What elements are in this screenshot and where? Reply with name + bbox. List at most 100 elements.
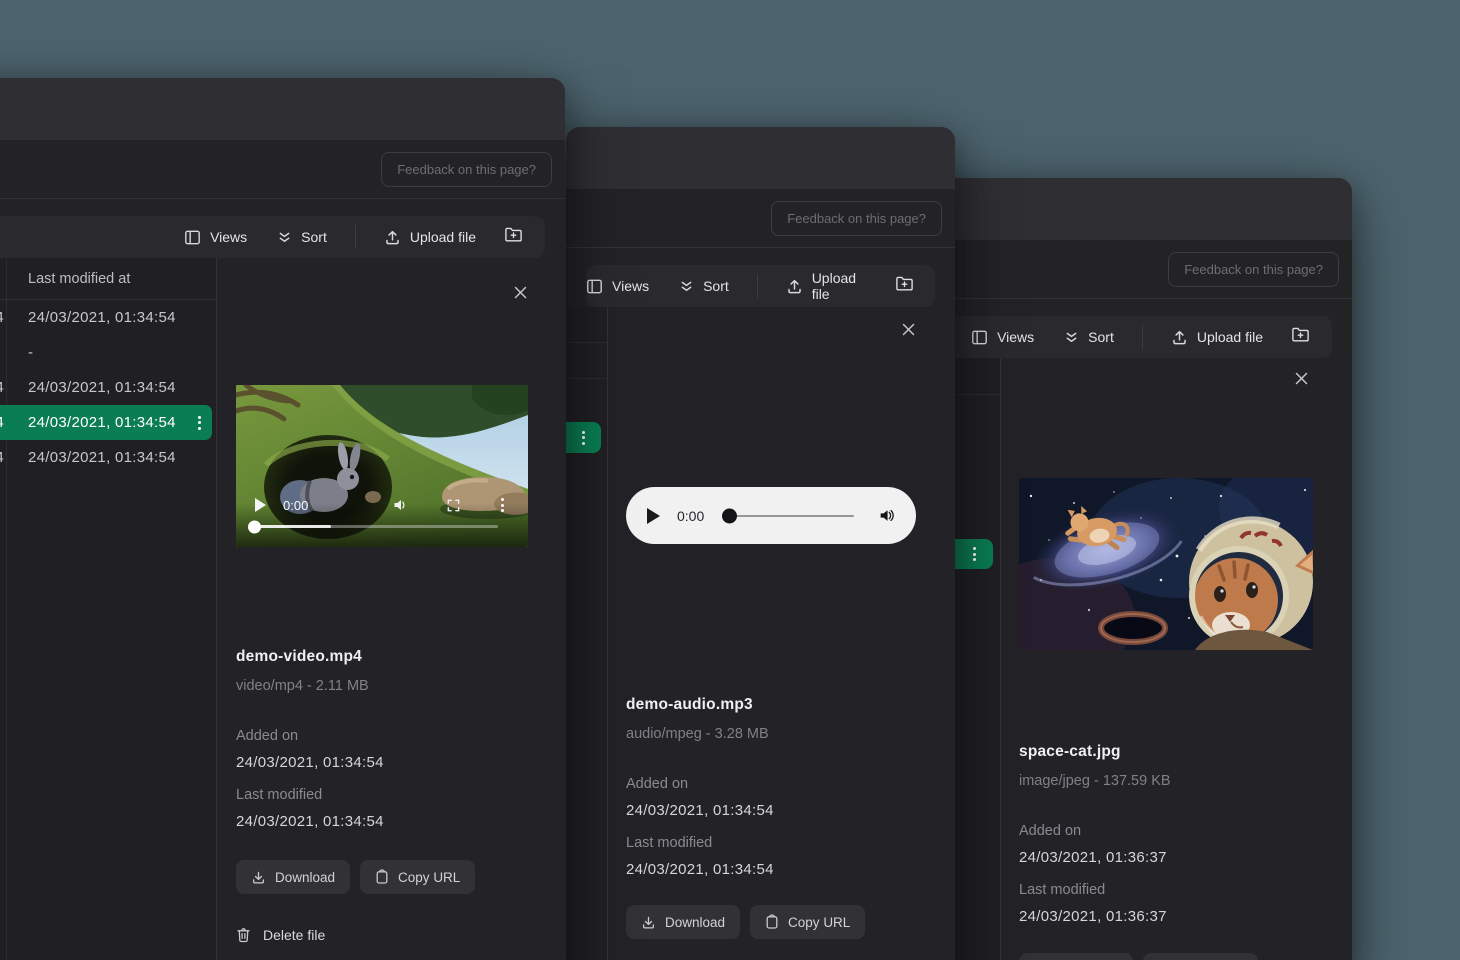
- play-icon[interactable]: [255, 498, 266, 512]
- audio-time: 0:00: [677, 508, 704, 524]
- video-progress-thumb[interactable]: [248, 520, 261, 533]
- image-preview: [1019, 478, 1313, 650]
- table-row[interactable]: 4 24/03/2021, 01:34:54: [0, 370, 216, 405]
- delete-file-button[interactable]: Delete file: [236, 927, 565, 943]
- video-buffered-segment: [251, 525, 331, 528]
- file-detail-panel: 0:00 demo-audio.mp3 audio/mpeg - 3.28 MB…: [608, 307, 955, 960]
- window-title-band: [0, 78, 565, 140]
- sort-button[interactable]: Sort: [1064, 329, 1114, 345]
- folder-plus-icon: [895, 275, 914, 297]
- window-header-row: Feedback on this page?: [566, 189, 955, 248]
- file-detail-panel: space-cat.jpg image/jpeg - 137.59 KB Add…: [1001, 358, 1352, 960]
- file-detail-panel: 0:00 demo-video.mp4 video/mp4 - 2.11 MB: [217, 258, 565, 960]
- play-icon[interactable]: [647, 508, 660, 524]
- window-video-file: Feedback on this page? Views Sort Upload…: [0, 78, 565, 960]
- views-icon: [971, 329, 988, 346]
- added-on-label: Added on: [626, 776, 955, 792]
- last-modified-cell: 24/03/2021, 01:34:54: [28, 449, 176, 466]
- table-divider: [566, 342, 607, 343]
- views-button[interactable]: Views: [971, 329, 1034, 346]
- video-preview[interactable]: 0:00: [236, 385, 528, 547]
- last-modified-value: 24/03/2021, 01:36:37: [1019, 908, 1352, 925]
- added-on-value: 24/03/2021, 01:34:54: [626, 802, 955, 819]
- last-modified-label: Last modified: [1019, 882, 1352, 898]
- fullscreen-icon[interactable]: [446, 498, 461, 513]
- file-type-size: audio/mpeg - 3.28 MB: [626, 726, 955, 742]
- truncated-cell: 4: [0, 309, 4, 326]
- copy-url-button[interactable]: Copy URL: [750, 905, 865, 939]
- file-type-size: image/jpeg - 137.59 KB: [1019, 773, 1352, 789]
- download-icon: [641, 915, 656, 930]
- last-modified-cell: 24/03/2021, 01:34:54: [28, 309, 176, 326]
- add-folder-button[interactable]: [1285, 322, 1315, 352]
- clipboard-icon: [765, 914, 779, 930]
- upload-icon: [1171, 329, 1188, 346]
- table-row[interactable]: -: [0, 335, 216, 370]
- added-on-label: Added on: [236, 728, 565, 744]
- sort-button[interactable]: Sort: [277, 229, 327, 245]
- clipboard-icon: [375, 869, 389, 885]
- download-button[interactable]: Download: [626, 905, 740, 939]
- row-kebab-menu-icon[interactable]: [955, 539, 993, 569]
- upload-file-button[interactable]: Upload file: [786, 270, 869, 302]
- added-on-value: 24/03/2021, 01:34:54: [236, 754, 565, 771]
- download-button[interactable]: Download: [1019, 953, 1133, 960]
- sort-icon: [1064, 330, 1079, 345]
- audio-seek-slider[interactable]: [722, 508, 854, 524]
- copy-url-button[interactable]: Copy URL: [360, 860, 475, 894]
- content-row: Last modified at 4 24/03/2021, 01:34:54 …: [0, 258, 565, 960]
- upload-label: Upload file: [812, 270, 869, 302]
- video-progress-bar[interactable]: [251, 525, 498, 528]
- copy-url-label: Copy URL: [788, 915, 850, 930]
- content-row: 0:00 demo-audio.mp3 audio/mpeg - 3.28 MB…: [566, 307, 955, 960]
- volume-icon[interactable]: [878, 507, 895, 524]
- added-on-label: Added on: [1019, 823, 1352, 839]
- views-button[interactable]: Views: [184, 229, 247, 246]
- download-button[interactable]: Download: [236, 860, 350, 894]
- file-type-size: video/mp4 - 2.11 MB: [236, 678, 565, 694]
- download-label: Download: [275, 870, 335, 885]
- desktop-background: Feedback on this page? Views Sort Upload…: [0, 0, 1460, 960]
- audio-thumb[interactable]: [722, 508, 737, 523]
- views-icon: [184, 229, 201, 246]
- table-row[interactable]: 4 24/03/2021, 01:34:54: [0, 440, 216, 475]
- sort-button[interactable]: Sort: [679, 278, 729, 294]
- file-name: demo-video.mp4: [236, 648, 565, 666]
- table-header-last-modified[interactable]: Last modified at: [0, 258, 216, 300]
- upload-file-button[interactable]: Upload file: [384, 229, 476, 246]
- close-icon[interactable]: [900, 321, 917, 338]
- video-kebab-menu-icon[interactable]: [501, 498, 504, 512]
- truncated-cell: 4: [0, 449, 4, 466]
- toolbar-wrap: Views Sort Upload file: [930, 299, 1352, 358]
- last-modified-cell: 24/03/2021, 01:34:54: [28, 414, 176, 431]
- video-controls: 0:00: [236, 497, 528, 513]
- folder-plus-icon: [504, 226, 523, 248]
- close-icon[interactable]: [512, 284, 529, 301]
- table-row[interactable]: 4 24/03/2021, 01:34:54: [0, 300, 216, 335]
- files-table-sliver: [566, 307, 608, 960]
- close-icon[interactable]: [1293, 370, 1310, 387]
- audio-player[interactable]: 0:00: [626, 487, 916, 544]
- upload-label: Upload file: [1197, 329, 1263, 345]
- window-title-band: [566, 127, 955, 189]
- toolbar-divider: [1142, 325, 1143, 349]
- row-kebab-menu-icon[interactable]: [198, 416, 201, 430]
- views-button[interactable]: Views: [586, 278, 649, 295]
- copy-url-button[interactable]: Copy URL: [1143, 953, 1258, 960]
- add-folder-button[interactable]: [498, 222, 528, 252]
- views-label: Views: [210, 229, 247, 245]
- feedback-button[interactable]: Feedback on this page?: [1168, 252, 1339, 287]
- window-header-row: Feedback on this page?: [930, 240, 1352, 299]
- window-audio-file: Feedback on this page? Views Sort Upload…: [566, 127, 955, 960]
- volume-icon[interactable]: [392, 497, 408, 513]
- video-frame-art: [236, 385, 528, 547]
- row-kebab-menu-icon[interactable]: [566, 422, 601, 453]
- upload-file-button[interactable]: Upload file: [1171, 329, 1263, 346]
- feedback-button[interactable]: Feedback on this page?: [771, 201, 942, 236]
- feedback-button[interactable]: Feedback on this page?: [381, 152, 552, 187]
- copy-url-label: Copy URL: [398, 870, 460, 885]
- add-folder-button[interactable]: [891, 271, 918, 301]
- added-on-value: 24/03/2021, 01:36:37: [1019, 849, 1352, 866]
- sort-label: Sort: [1088, 329, 1114, 345]
- table-row-selected[interactable]: 4 24/03/2021, 01:34:54: [0, 405, 212, 440]
